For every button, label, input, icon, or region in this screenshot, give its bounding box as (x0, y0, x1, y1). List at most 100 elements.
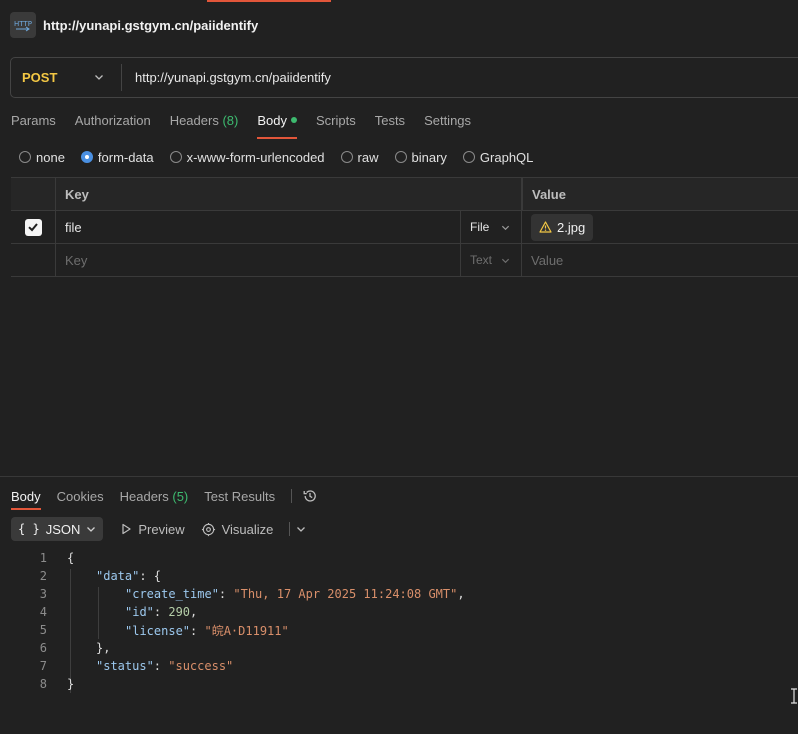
tab-params[interactable]: Params (11, 113, 56, 137)
key-column-header: Key (65, 186, 89, 202)
url-input[interactable]: http://yunapi.gstgym.cn/paiidentify (122, 70, 331, 85)
line-number: 7 (39, 659, 47, 673)
tab-headers[interactable]: Headers (8) (170, 113, 239, 137)
code-line: 7 "status": "success" (0, 657, 798, 675)
code-text: "license": "皖A·D11911" (125, 622, 289, 639)
value-placeholder: Value (531, 252, 564, 268)
type-select[interactable]: Text (461, 244, 522, 276)
code-line: 4 "id": 290, (0, 603, 798, 621)
body-type-binary[interactable]: binary (394, 150, 447, 165)
code-text: { (67, 551, 75, 565)
json-key: "id" (125, 605, 154, 619)
response-toolbar: { } JSON Preview Visualize (11, 517, 306, 541)
json-number: 290 (168, 605, 191, 619)
body-type-raw[interactable]: raw (340, 150, 379, 165)
radio-button[interactable] (340, 151, 353, 163)
text-cursor-icon (791, 688, 797, 704)
code-text: "status": "success" (96, 659, 233, 673)
tab-body[interactable]: Body (257, 113, 297, 139)
json-punct: : { (139, 569, 162, 583)
key-value: file (65, 219, 82, 235)
braces-icon: { } (18, 522, 40, 536)
code-line: 3 "create_time": "Thu, 17 Apr 2025 11:24… (0, 585, 798, 603)
code-text: } (67, 677, 75, 691)
body-indicator-dot (290, 117, 297, 123)
response-tab-headers[interactable]: Headers (5) (120, 489, 189, 504)
code-line: 8 } (0, 675, 798, 693)
visualize-gear-icon (201, 522, 215, 536)
header-check-cell (11, 178, 56, 210)
body-type-graphql[interactable]: GraphQL (462, 150, 533, 165)
response-tab-cookies[interactable]: Cookies (57, 489, 104, 504)
json-key: "status" (96, 659, 154, 673)
active-window-indicator (207, 0, 331, 2)
request-title[interactable]: http://yunapi.gstgym.cn/paiidentify (43, 18, 258, 33)
type-label: Text (470, 253, 493, 267)
tab-body-label: Body (257, 113, 287, 128)
json-key: "license" (125, 623, 191, 638)
tab-scripts[interactable]: Scripts (316, 113, 356, 137)
body-type-form-data[interactable]: form-data (80, 149, 154, 165)
value-cell[interactable]: Value (522, 244, 798, 276)
chevron-down-icon (95, 75, 103, 80)
format-select[interactable]: { } JSON (11, 517, 104, 541)
chevron-down-icon (501, 225, 510, 231)
response-tab-test-results[interactable]: Test Results (204, 489, 275, 504)
method-select[interactable]: POST (11, 58, 121, 97)
json-punct: : (153, 605, 169, 619)
radio-button[interactable] (394, 151, 407, 163)
warning-icon (539, 221, 552, 233)
json-key: "create_time" (125, 587, 219, 601)
response-divider[interactable] (0, 476, 798, 477)
history-icon[interactable] (302, 488, 318, 504)
play-icon (122, 523, 131, 535)
response-tabs: Body Cookies Headers (5) Test Results (11, 486, 318, 510)
type-label: File (470, 220, 490, 234)
body-type-none[interactable]: none (19, 150, 65, 165)
body-type-label: form-data (97, 149, 154, 165)
code-line: 1 { (0, 549, 798, 567)
tab-settings[interactable]: Settings (424, 113, 471, 137)
svg-text:HTTP: HTTP (14, 20, 32, 28)
json-punct: , (190, 605, 198, 619)
url-bar: POST http://yunapi.gstgym.cn/paiidentify (10, 57, 798, 98)
code-text: }, (96, 641, 111, 655)
row-enabled-checkbox[interactable] (24, 218, 42, 236)
preview-button[interactable]: Preview (120, 522, 185, 537)
visualize-button[interactable]: Visualize (201, 521, 274, 537)
tab-authorization[interactable]: Authorization (75, 113, 151, 137)
response-body-viewer[interactable]: 1 { 2 "data": { 3 "create_time": "Thu, 1… (0, 549, 798, 693)
visualize-label: Visualize (221, 521, 274, 537)
key-cell[interactable]: file (56, 211, 461, 243)
code-text: "id": 290, (125, 605, 197, 619)
code-line: 5 "license": "皖A·D11911" (0, 621, 798, 639)
json-string: "success" (168, 659, 234, 673)
body-type-urlencoded[interactable]: x-www-form-urlencoded (169, 150, 325, 165)
checkmark-icon (28, 223, 38, 232)
json-string: "Thu, 17 Apr 2025 11:24:08 GMT" (233, 587, 458, 601)
json-string: "皖A·D11911" (204, 623, 289, 638)
response-headers-label: Headers (119, 488, 169, 504)
line-number: 5 (39, 623, 47, 637)
response-tab-body[interactable]: Body (11, 489, 41, 510)
radio-button[interactable] (169, 151, 182, 163)
file-chip[interactable]: 2.jpg (531, 213, 594, 241)
json-punct: : (218, 587, 234, 601)
json-punct: , (457, 587, 465, 601)
radio-button[interactable] (19, 151, 31, 163)
line-number: 3 (39, 587, 47, 601)
type-select[interactable]: File (461, 211, 522, 243)
tab-tests[interactable]: Tests (375, 113, 405, 137)
request-title-row: HTTP http://yunapi.gstgym.cn/paiidentify (10, 12, 258, 38)
key-header-cell: Key (56, 178, 522, 210)
radio-button-selected[interactable] (80, 151, 93, 163)
key-cell[interactable]: Key (56, 244, 461, 276)
request-tabs: Params Authorization Headers (8) Body Sc… (11, 113, 490, 139)
line-number: 4 (39, 605, 47, 619)
format-label: JSON (45, 521, 81, 537)
line-number: 2 (39, 569, 47, 583)
json-key: "data" (96, 569, 140, 583)
radio-button[interactable] (462, 151, 475, 163)
method-label: POST (22, 70, 58, 85)
chevron-down-icon[interactable] (296, 524, 306, 534)
